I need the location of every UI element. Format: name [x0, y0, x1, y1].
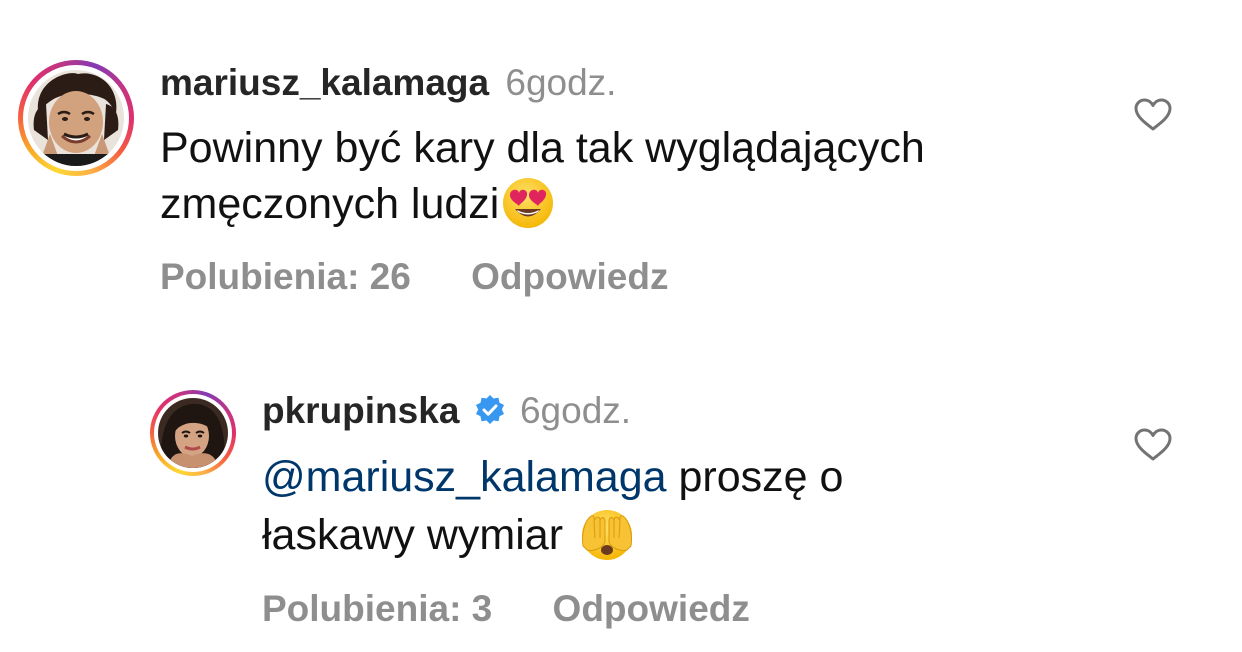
avatar-ring[interactable]	[150, 390, 236, 476]
comment-text-line: Powinny być kary dla tak wyglądających	[160, 124, 925, 172]
comment-item: mariusz_kalamaga 6godz. Powinny być kary…	[0, 0, 1242, 330]
likes-count-button[interactable]: Polubienia: 3	[262, 586, 492, 632]
comment-header: mariusz_kalamaga 6godz.	[160, 60, 616, 106]
avatar	[28, 70, 124, 166]
avatar	[158, 398, 228, 468]
avatar-gap	[154, 394, 232, 472]
likes-count-button[interactable]: Polubienia: 26	[160, 254, 411, 300]
heart-eyes-emoji-icon	[503, 177, 554, 228]
reply-comment-item: pkrupinska 6godz. @mariusz_kalamaga pros…	[0, 330, 1242, 652]
avatar-gap	[23, 65, 129, 171]
like-heart-icon[interactable]	[1134, 428, 1172, 462]
comment-header: pkrupinska 6godz.	[262, 388, 631, 434]
comment-text-fragment: łaskawy wymiar	[262, 511, 564, 559]
comment-time: 6godz.	[519, 390, 632, 431]
comment-text-line: zmęczonych ludzi	[160, 176, 925, 232]
reply-button[interactable]: Odpowiedz	[471, 254, 668, 300]
comment-username[interactable]: pkrupinska	[262, 390, 459, 431]
comment-actions: Polubienia: 3 Odpowiedz	[262, 586, 750, 632]
comment-username[interactable]: mariusz_kalamaga	[160, 62, 489, 103]
hands-over-eyes-emoji-icon	[582, 509, 632, 560]
like-heart-icon[interactable]	[1134, 98, 1172, 132]
comment-text: Powinny być kary dla tak wyglądających z…	[160, 120, 925, 232]
comment-text: @mariusz_kalamaga proszę o łaskawy wymia…	[262, 448, 843, 564]
comment-text-fragment: proszę o	[678, 453, 844, 501]
mention-link[interactable]: @mariusz_kalamaga	[262, 453, 667, 501]
comment-text-line: @mariusz_kalamaga proszę o	[262, 448, 843, 506]
reply-button[interactable]: Odpowiedz	[553, 586, 750, 632]
comment-text-line: łaskawy wymiar	[262, 506, 843, 564]
comment-time: 6godz.	[505, 62, 617, 103]
comment-actions: Polubienia: 26 Odpowiedz	[160, 254, 668, 300]
avatar-ring[interactable]	[18, 60, 134, 176]
comment-text-fragment: zmęczonych ludzi	[160, 180, 500, 228]
verified-badge-icon	[475, 395, 504, 425]
